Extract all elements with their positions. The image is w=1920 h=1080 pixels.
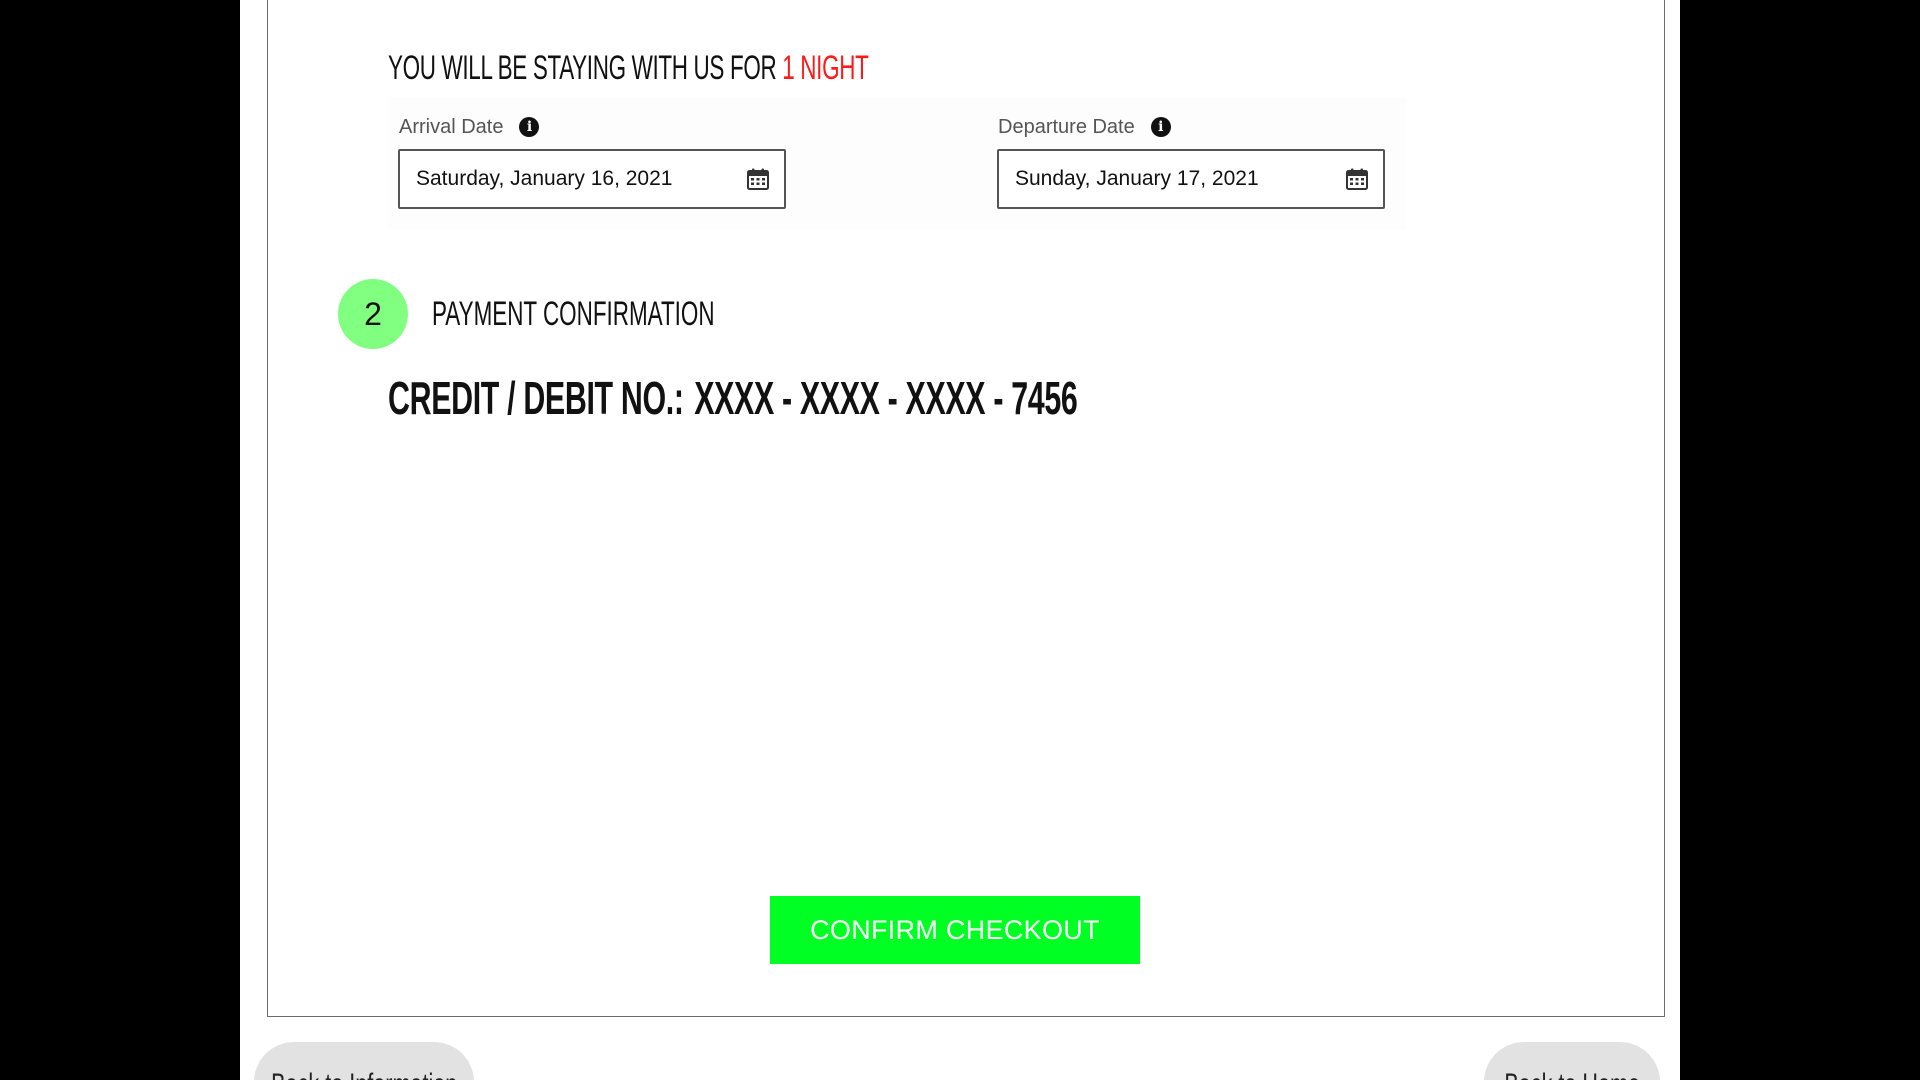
payment-confirmation-title: PAYMENT CONFIRMATION bbox=[432, 294, 715, 333]
card-number-line: CREDIT / DEBIT NO.: XXXX - XXXX - XXXX - … bbox=[388, 371, 1078, 425]
payment-step-header: 2 PAYMENT CONFIRMATION bbox=[338, 279, 860, 349]
checkout-page: YOU WILL BE STAYING WITH US FOR 1 NIGHT … bbox=[240, 0, 1680, 1080]
stay-nights-count: 1 NIGHT bbox=[782, 49, 869, 87]
departure-date-value: Sunday, January 17, 2021 bbox=[1015, 167, 1259, 190]
info-icon[interactable]: i bbox=[519, 117, 540, 137]
calendar-icon[interactable] bbox=[746, 167, 770, 191]
back-to-information-button[interactable]: Back to Information bbox=[254, 1042, 474, 1080]
arrival-date-label: Arrival Date bbox=[399, 115, 504, 138]
dates-panel: Arrival Date i Saturday, January 16, 202… bbox=[388, 97, 1406, 230]
arrival-date-value: Saturday, January 16, 2021 bbox=[416, 167, 673, 190]
departure-date-field[interactable]: Sunday, January 17, 2021 bbox=[997, 149, 1385, 209]
stay-duration-heading: YOU WILL BE STAYING WITH US FOR 1 NIGHT bbox=[388, 49, 869, 88]
stay-duration-prefix: YOU WILL BE STAYING WITH US FOR bbox=[388, 49, 777, 87]
back-to-home-button[interactable]: Back to Home bbox=[1484, 1042, 1660, 1080]
departure-date-label: Departure Date bbox=[998, 115, 1135, 138]
arrival-date-field[interactable]: Saturday, January 16, 2021 bbox=[398, 149, 786, 209]
departure-date-group: Departure Date i Sunday, January 17, 202… bbox=[997, 115, 1387, 209]
confirm-checkout-button[interactable]: CONFIRM CHECKOUT bbox=[770, 896, 1140, 964]
arrival-date-label-row: Arrival Date i bbox=[398, 115, 788, 139]
back-to-information-label: Back to Information bbox=[271, 1068, 457, 1080]
calendar-icon[interactable] bbox=[1345, 167, 1369, 191]
card-number-label: CREDIT / DEBIT NO.: bbox=[388, 372, 684, 424]
step-number-badge: 2 bbox=[338, 279, 408, 349]
checkout-card: YOU WILL BE STAYING WITH US FOR 1 NIGHT … bbox=[267, 0, 1665, 1017]
info-icon[interactable]: i bbox=[1150, 117, 1171, 137]
card-number-value: XXXX - XXXX - XXXX - 7456 bbox=[694, 372, 1078, 424]
departure-date-label-row: Departure Date i bbox=[997, 115, 1387, 139]
back-to-home-label: Back to Home bbox=[1504, 1068, 1640, 1080]
arrival-date-group: Arrival Date i Saturday, January 16, 202… bbox=[398, 115, 788, 209]
